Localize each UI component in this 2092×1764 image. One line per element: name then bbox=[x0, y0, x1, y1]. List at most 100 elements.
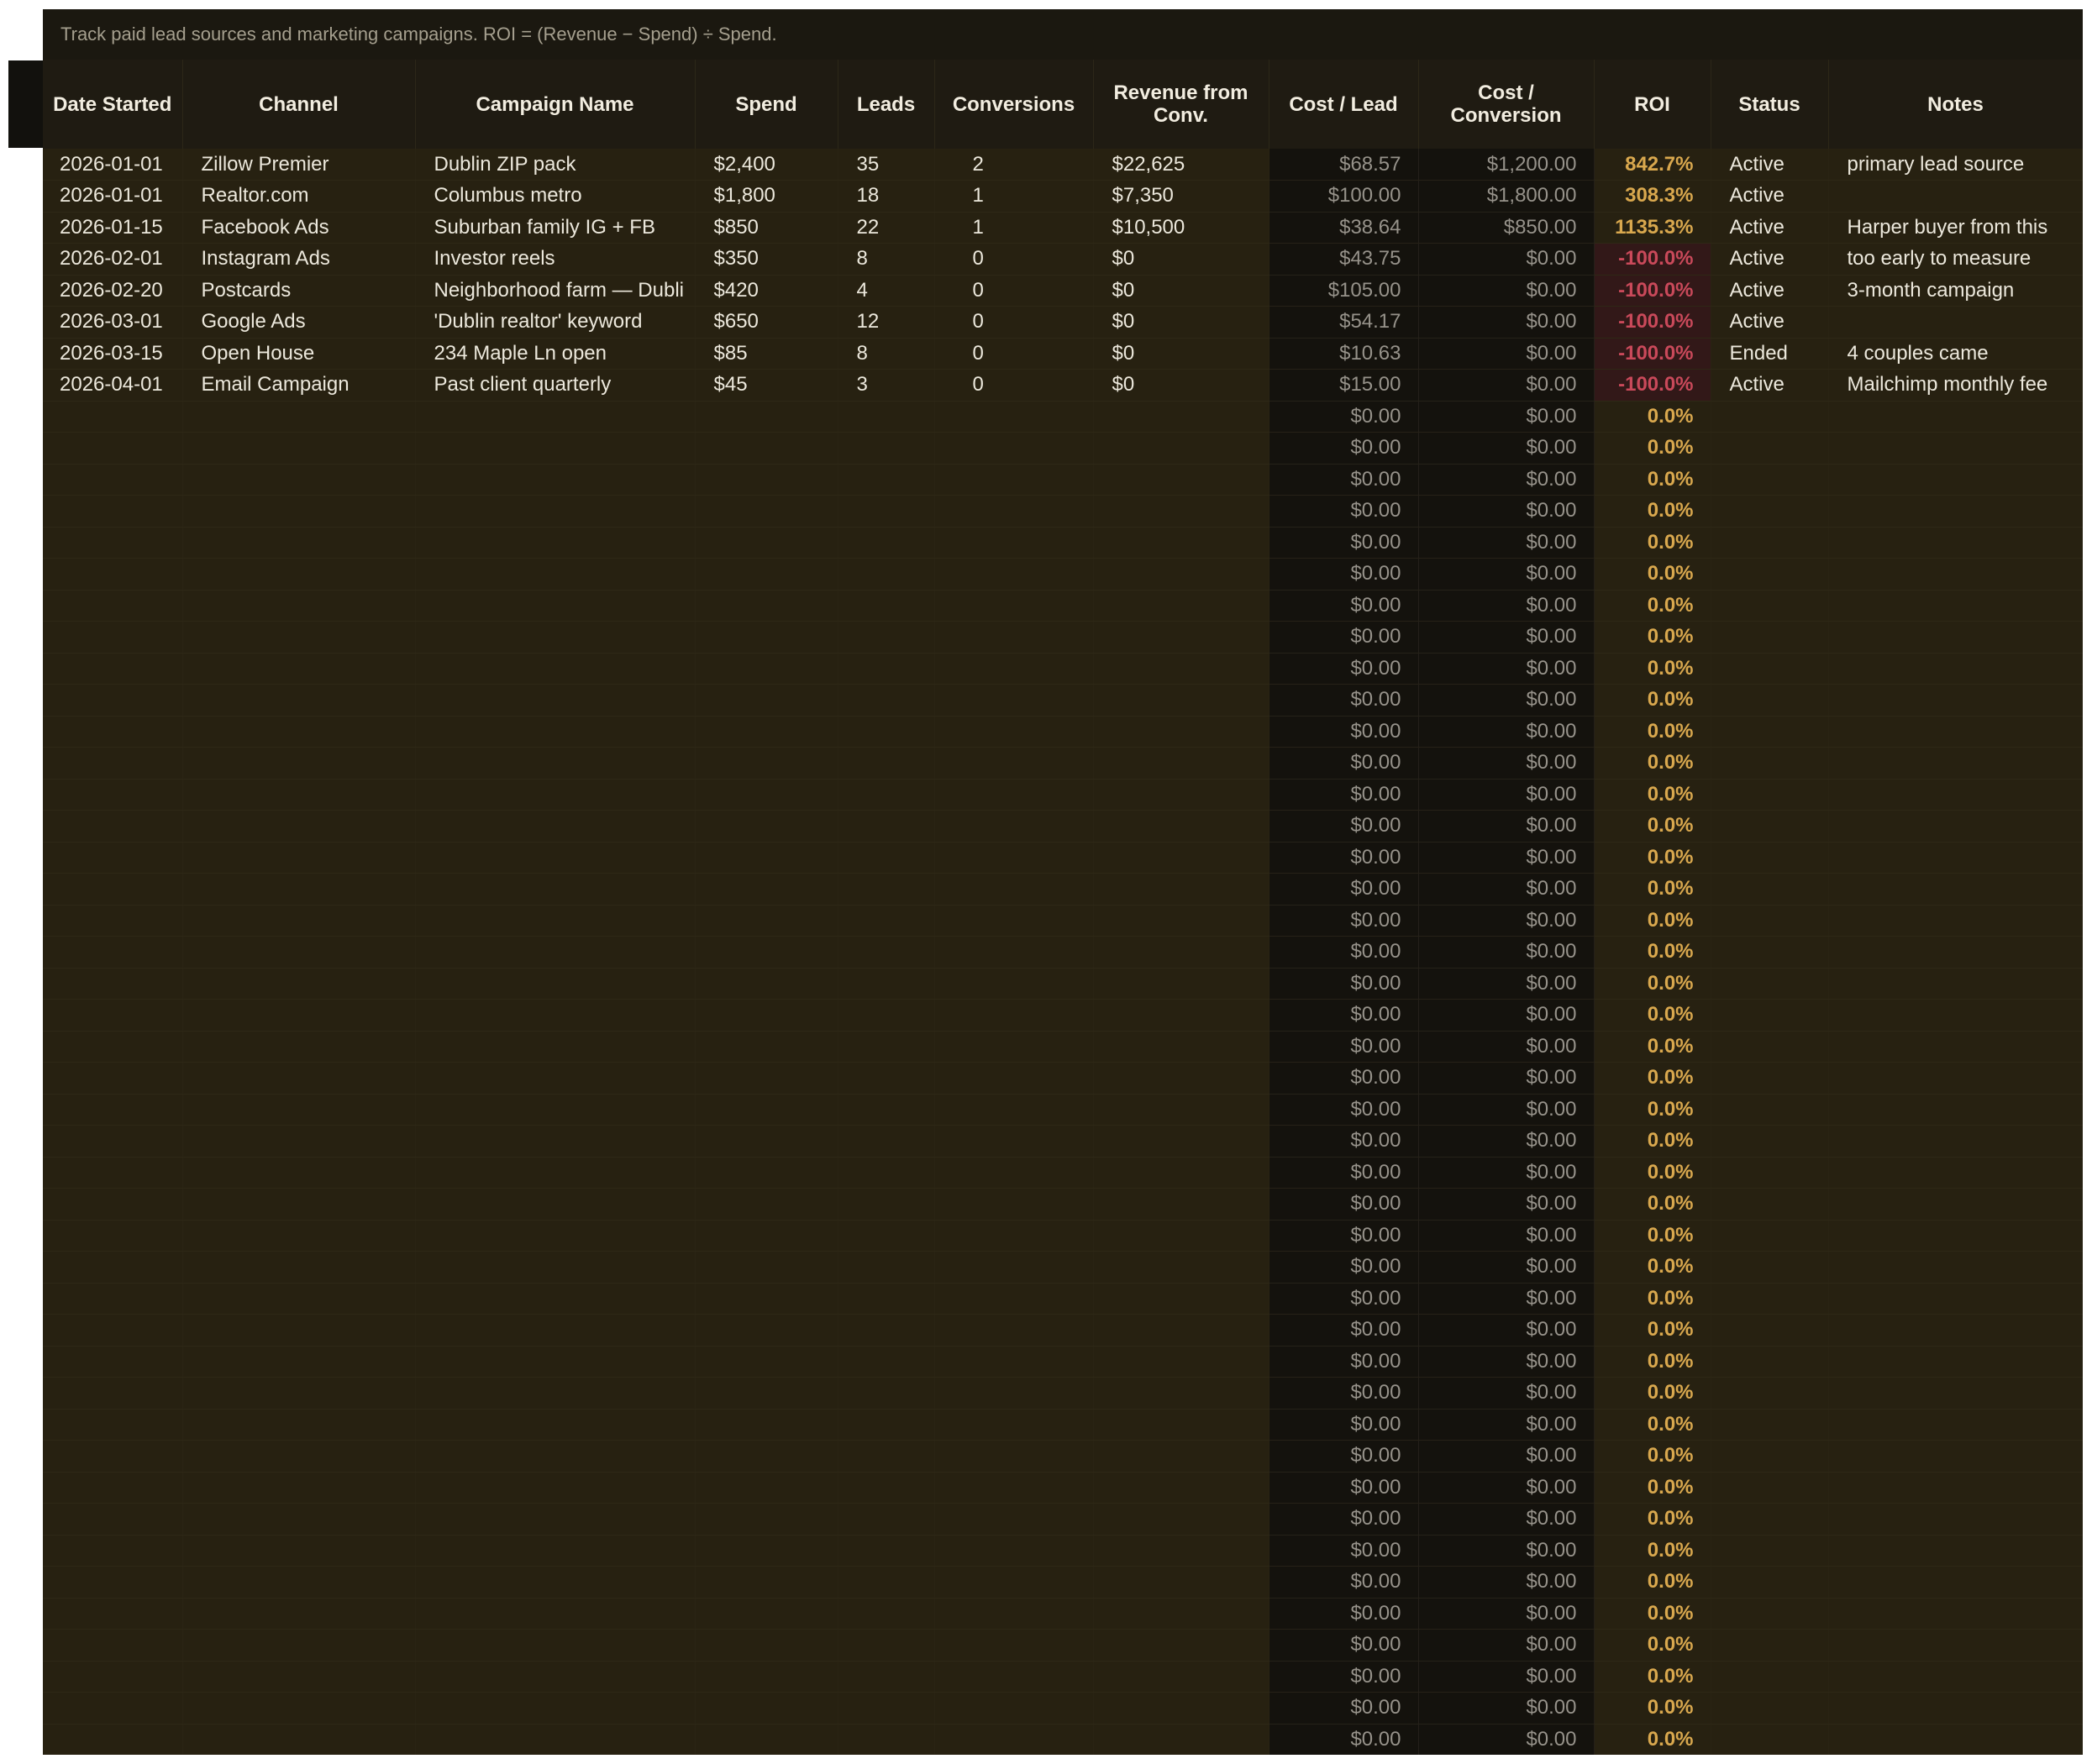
notes-cell[interactable] bbox=[1828, 401, 2083, 433]
channel-cell[interactable] bbox=[182, 1062, 416, 1095]
roi-cell[interactable]: 0.0% bbox=[1594, 1566, 1711, 1599]
notes-cell[interactable] bbox=[1828, 1724, 2083, 1755]
cost-per-conversion-cell[interactable]: $0.00 bbox=[1418, 747, 1595, 780]
conversions-cell[interactable] bbox=[934, 684, 1094, 717]
cost-per-conversion-cell[interactable]: $0.00 bbox=[1418, 495, 1595, 528]
date-cell[interactable]: 2026-04-01 bbox=[43, 369, 183, 402]
roi-cell[interactable]: 0.0% bbox=[1594, 968, 1711, 1000]
notes-cell[interactable] bbox=[1828, 1220, 2083, 1252]
campaign-cell[interactable] bbox=[415, 842, 696, 874]
cost-per-lead-cell[interactable]: $0.00 bbox=[1269, 716, 1419, 748]
conversions-cell[interactable] bbox=[934, 1598, 1094, 1630]
channel-cell[interactable]: Open House bbox=[182, 338, 416, 370]
conversions-cell[interactable] bbox=[934, 1157, 1094, 1189]
date-cell[interactable] bbox=[43, 779, 183, 811]
spend-cell[interactable] bbox=[695, 1724, 838, 1755]
date-cell[interactable] bbox=[43, 1283, 183, 1315]
leads-cell[interactable] bbox=[838, 1346, 935, 1378]
channel-cell[interactable] bbox=[182, 1566, 416, 1599]
status-cell[interactable]: Active bbox=[1711, 212, 1829, 244]
cost-per-lead-cell[interactable]: $0.00 bbox=[1269, 1157, 1419, 1189]
conversions-cell[interactable]: 0 bbox=[934, 369, 1094, 402]
status-cell[interactable] bbox=[1711, 1440, 1829, 1473]
revenue-cell[interactable] bbox=[1093, 527, 1269, 559]
campaign-cell[interactable] bbox=[415, 684, 696, 717]
date-cell[interactable] bbox=[43, 1346, 183, 1378]
campaign-cell[interactable] bbox=[415, 1314, 696, 1347]
channel-cell[interactable] bbox=[182, 1251, 416, 1284]
notes-cell[interactable] bbox=[1828, 180, 2083, 213]
spend-cell[interactable]: $2,400 bbox=[695, 149, 838, 181]
roi-cell[interactable]: 0.0% bbox=[1594, 1283, 1711, 1315]
status-cell[interactable] bbox=[1711, 873, 1829, 906]
campaign-cell[interactable] bbox=[415, 527, 696, 559]
notes-cell[interactable] bbox=[1828, 1377, 2083, 1410]
campaign-cell[interactable]: Neighborhood farm — Dubli bbox=[415, 275, 696, 307]
cost-per-lead-cell[interactable]: $0.00 bbox=[1269, 432, 1419, 465]
conversions-cell[interactable] bbox=[934, 1031, 1094, 1063]
roi-cell[interactable]: 0.0% bbox=[1594, 1598, 1711, 1630]
header-cost-per-lead[interactable]: Cost / Lead bbox=[1269, 60, 1419, 149]
cost-per-conversion-cell[interactable]: $0.00 bbox=[1418, 1157, 1595, 1189]
revenue-cell[interactable]: $0 bbox=[1093, 243, 1269, 276]
status-cell[interactable]: Active bbox=[1711, 369, 1829, 402]
channel-cell[interactable] bbox=[182, 621, 416, 654]
status-cell[interactable] bbox=[1711, 999, 1829, 1032]
channel-cell[interactable] bbox=[182, 873, 416, 906]
revenue-cell[interactable] bbox=[1093, 968, 1269, 1000]
cost-per-conversion-cell[interactable]: $0.00 bbox=[1418, 1692, 1595, 1725]
leads-cell[interactable] bbox=[838, 432, 935, 465]
cost-per-lead-cell[interactable]: $0.00 bbox=[1269, 999, 1419, 1032]
status-cell[interactable] bbox=[1711, 936, 1829, 969]
cost-per-conversion-cell[interactable]: $0.00 bbox=[1418, 810, 1595, 843]
spend-cell[interactable] bbox=[695, 527, 838, 559]
spend-cell[interactable] bbox=[695, 1409, 838, 1441]
conversions-cell[interactable] bbox=[934, 1724, 1094, 1755]
roi-cell[interactable]: 0.0% bbox=[1594, 432, 1711, 465]
revenue-cell[interactable] bbox=[1093, 1724, 1269, 1755]
leads-cell[interactable] bbox=[838, 1692, 935, 1725]
notes-cell[interactable] bbox=[1828, 1062, 2083, 1095]
campaign-cell[interactable]: Columbus metro bbox=[415, 180, 696, 213]
cost-per-conversion-cell[interactable]: $0.00 bbox=[1418, 306, 1595, 339]
status-cell[interactable] bbox=[1711, 810, 1829, 843]
leads-cell[interactable] bbox=[838, 779, 935, 811]
notes-cell[interactable] bbox=[1828, 905, 2083, 937]
date-cell[interactable] bbox=[43, 464, 183, 496]
cost-per-lead-cell[interactable]: $0.00 bbox=[1269, 1503, 1419, 1536]
date-cell[interactable] bbox=[43, 936, 183, 969]
leads-cell[interactable] bbox=[838, 1598, 935, 1630]
leads-cell[interactable]: 4 bbox=[838, 275, 935, 307]
cost-per-lead-cell[interactable]: $0.00 bbox=[1269, 968, 1419, 1000]
date-cell[interactable]: 2026-03-15 bbox=[43, 338, 183, 370]
spend-cell[interactable]: $650 bbox=[695, 306, 838, 339]
cost-per-lead-cell[interactable]: $0.00 bbox=[1269, 527, 1419, 559]
notes-cell[interactable] bbox=[1828, 842, 2083, 874]
spend-cell[interactable]: $1,800 bbox=[695, 180, 838, 213]
date-cell[interactable] bbox=[43, 558, 183, 591]
revenue-cell[interactable]: $7,350 bbox=[1093, 180, 1269, 213]
date-cell[interactable]: 2026-01-15 bbox=[43, 212, 183, 244]
roi-cell[interactable]: 308.3% bbox=[1594, 180, 1711, 213]
date-cell[interactable] bbox=[43, 1314, 183, 1347]
notes-cell[interactable] bbox=[1828, 1157, 2083, 1189]
cost-per-conversion-cell[interactable]: $0.00 bbox=[1418, 1503, 1595, 1536]
roi-cell[interactable]: 0.0% bbox=[1594, 1251, 1711, 1284]
leads-cell[interactable] bbox=[838, 1440, 935, 1473]
notes-cell[interactable] bbox=[1828, 527, 2083, 559]
cost-per-conversion-cell[interactable]: $0.00 bbox=[1418, 1535, 1595, 1567]
notes-cell[interactable] bbox=[1828, 1283, 2083, 1315]
revenue-cell[interactable] bbox=[1093, 621, 1269, 654]
date-cell[interactable] bbox=[43, 1188, 183, 1221]
spend-cell[interactable] bbox=[695, 716, 838, 748]
revenue-cell[interactable] bbox=[1093, 1125, 1269, 1158]
cost-per-lead-cell[interactable]: $0.00 bbox=[1269, 558, 1419, 591]
campaign-cell[interactable] bbox=[415, 1566, 696, 1599]
roi-cell[interactable]: 0.0% bbox=[1594, 653, 1711, 685]
channel-cell[interactable] bbox=[182, 1094, 416, 1126]
campaign-cell[interactable] bbox=[415, 968, 696, 1000]
conversions-cell[interactable]: 1 bbox=[934, 180, 1094, 213]
notes-cell[interactable]: Mailchimp monthly fee bbox=[1828, 369, 2083, 402]
notes-cell[interactable] bbox=[1828, 1503, 2083, 1536]
notes-cell[interactable]: too early to measure bbox=[1828, 243, 2083, 276]
